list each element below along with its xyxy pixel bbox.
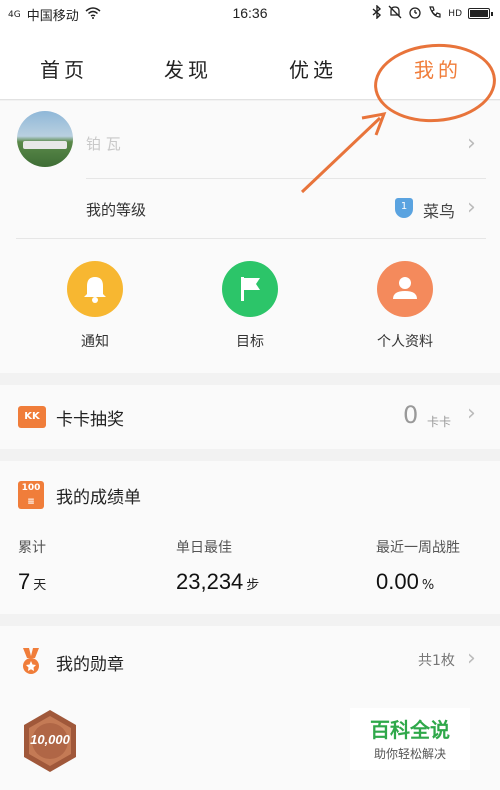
- stat-value: 7: [18, 569, 31, 594]
- kaka-icon: KK: [18, 406, 46, 428]
- level-badge-icon: 1: [395, 198, 413, 218]
- shortcut-notifications[interactable]: 通知: [40, 261, 150, 351]
- bell-icon: [67, 261, 123, 317]
- stat-value: 23,234: [176, 569, 244, 594]
- alarm-icon: [408, 5, 422, 22]
- tab-mine[interactable]: 我的: [414, 54, 462, 83]
- status-bar: 4G 中国移动 16:36 HD: [0, 0, 500, 26]
- chevron-right-icon: ›: [467, 646, 476, 671]
- stat-unit: 步: [246, 578, 260, 593]
- stat-week-beat: 最近一周战胜 0.00%: [376, 537, 460, 595]
- kaka-count: 0: [403, 401, 419, 429]
- chevron-right-icon[interactable]: ›: [467, 131, 476, 156]
- stat-label: 累计: [18, 540, 46, 556]
- watermark-logo: 百科全说 助你轻松解决: [350, 708, 470, 770]
- stat-total-days: 累计 7天: [18, 537, 46, 595]
- shortcut-label: 目标: [236, 334, 264, 350]
- stat-unit: 天: [33, 578, 47, 593]
- medal-icon: [19, 648, 43, 676]
- battery-icon: [468, 8, 493, 19]
- username[interactable]: 铂 瓦: [86, 133, 121, 154]
- shortcut-label: 个人资料: [377, 334, 433, 350]
- mute-icon: [388, 5, 402, 22]
- level-label[interactable]: 我的等级: [86, 199, 146, 220]
- kaka-title: 卡卡抽奖: [56, 410, 124, 430]
- bluetooth-icon: [372, 4, 382, 22]
- tab-home[interactable]: 首页: [40, 54, 88, 83]
- stat-best-day: 单日最佳 23,234 步: [176, 537, 259, 595]
- top-tab-bar: 首页 发现 优选 我的: [0, 26, 500, 100]
- divider: [16, 238, 486, 239]
- chevron-right-icon: ›: [467, 401, 476, 426]
- scorecard-icon: 100 ≡: [18, 481, 44, 509]
- shortcut-profile[interactable]: 个人资料: [350, 261, 460, 351]
- flag-icon: [222, 261, 278, 317]
- kaka-lottery-row[interactable]: KK 卡卡抽奖 0 卡卡 ›: [0, 385, 500, 449]
- stat-value: 0.00: [376, 569, 419, 594]
- watermark-title: 百科全说: [370, 718, 450, 742]
- watermark-subtitle: 助你轻松解决: [373, 747, 446, 761]
- record-card[interactable]: 100 ≡ 我的成绩单 累计 7天 单日最佳 23,234 步 最近一周战胜 0.0…: [0, 461, 500, 614]
- medal-card[interactable]: 我的勋章 共1枚 › 10,000 百科全说 助你轻松解决: [0, 626, 500, 790]
- tab-discover[interactable]: 发现: [164, 54, 212, 83]
- stat-label: 单日最佳: [176, 540, 232, 556]
- person-icon: [377, 261, 433, 317]
- profile-card: 铂 瓦 › 我的等级 1 菜鸟 › 通知 目标 个人资料: [0, 101, 500, 373]
- avatar[interactable]: [17, 111, 73, 167]
- medal-badge-text: 10,000: [30, 732, 70, 747]
- stat-unit: %: [421, 578, 435, 593]
- chevron-right-icon[interactable]: ›: [467, 195, 476, 220]
- medal-count: 共1枚: [418, 653, 455, 669]
- level-value[interactable]: 菜鸟: [423, 198, 455, 222]
- hd-label: HD: [448, 8, 462, 19]
- scorecard-icon-text: 100: [21, 483, 41, 493]
- stat-label: 最近一周战胜: [376, 540, 460, 556]
- call-icon: [428, 5, 442, 22]
- divider: [86, 178, 486, 179]
- tab-featured[interactable]: 优选: [289, 54, 337, 83]
- kaka-unit: 卡卡: [427, 415, 452, 429]
- shortcut-label: 通知: [81, 334, 109, 350]
- record-title: 我的成绩单: [56, 488, 141, 508]
- medal-badge-10000[interactable]: 10,000: [20, 708, 80, 774]
- shortcut-goals[interactable]: 目标: [195, 261, 305, 351]
- medal-title: 我的勋章: [56, 655, 124, 675]
